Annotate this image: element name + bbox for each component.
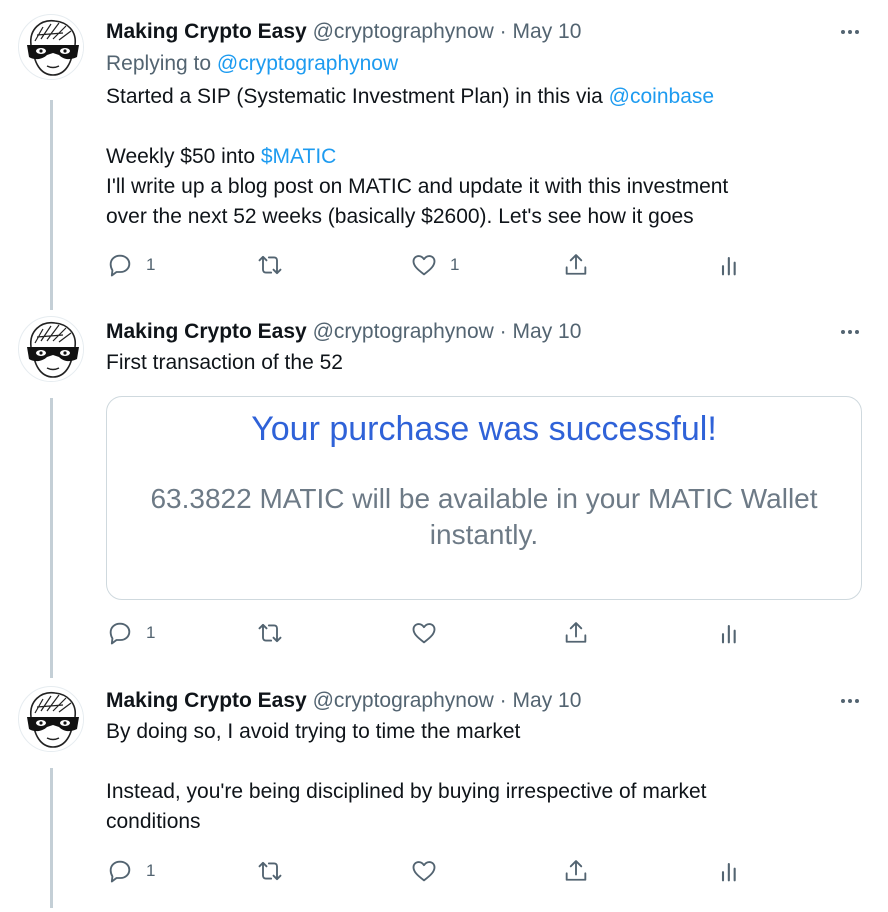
replying-to-mention[interactable]: @cryptographynow bbox=[217, 52, 398, 75]
more-icon[interactable] bbox=[836, 322, 864, 342]
reply-count: 1 bbox=[146, 255, 156, 274]
text-line: conditions bbox=[106, 810, 201, 833]
text-line: Weekly $50 into bbox=[106, 145, 256, 168]
like-count: 1 bbox=[450, 255, 460, 274]
tweet-actions: 1 1 bbox=[106, 250, 746, 280]
more-icon[interactable] bbox=[836, 22, 864, 42]
share-icon bbox=[565, 254, 587, 275]
retweet-button[interactable] bbox=[256, 856, 284, 886]
tweet-actions: 1 bbox=[106, 618, 746, 648]
reply-count: 1 bbox=[146, 861, 156, 880]
image-caption-line: instantly. bbox=[429, 519, 539, 550]
reply-button[interactable]: 1 bbox=[106, 856, 155, 886]
retweet-icon bbox=[258, 861, 282, 881]
reply-icon bbox=[109, 254, 131, 277]
share-button[interactable] bbox=[562, 618, 590, 648]
text-line: First transaction of the 52 bbox=[106, 351, 343, 374]
retweet-icon bbox=[258, 623, 282, 643]
image-caption-line: 63.3822 MATIC will be available in your … bbox=[150, 483, 818, 514]
reply-button[interactable]: 1 bbox=[106, 250, 155, 280]
like-button[interactable] bbox=[410, 618, 438, 648]
replying-to-label: Replying to bbox=[106, 52, 212, 75]
analytics-icon bbox=[721, 862, 736, 882]
avatar[interactable] bbox=[18, 14, 84, 80]
reply-icon bbox=[109, 622, 131, 645]
tweet[interactable]: Making Crypto Easy @cryptographynow · Ma… bbox=[0, 310, 888, 670]
analytics-icon bbox=[721, 624, 736, 644]
separator: · bbox=[499, 20, 507, 43]
analytics-button[interactable] bbox=[716, 856, 744, 886]
retweet-icon bbox=[258, 255, 282, 275]
avatar-image bbox=[19, 15, 83, 79]
like-button[interactable]: 1 bbox=[410, 250, 459, 280]
tweet-date[interactable]: May 10 bbox=[513, 320, 582, 343]
author-name[interactable]: Making Crypto Easy bbox=[106, 689, 307, 712]
avatar[interactable] bbox=[18, 316, 84, 382]
text-line: By doing so, I avoid trying to time the … bbox=[106, 720, 521, 743]
author-name[interactable]: Making Crypto Easy bbox=[106, 320, 307, 343]
separator: · bbox=[499, 689, 507, 712]
like-icon bbox=[412, 623, 436, 644]
replying-to: Replying to @cryptographynow bbox=[106, 50, 868, 78]
reply-icon bbox=[109, 860, 131, 883]
analytics-button[interactable] bbox=[716, 618, 744, 648]
share-icon bbox=[565, 860, 587, 881]
retweet-button[interactable] bbox=[256, 250, 284, 280]
like-icon bbox=[412, 255, 436, 276]
tweet-header: Making Crypto Easy @cryptographynow · Ma… bbox=[106, 18, 868, 46]
more-icon[interactable] bbox=[836, 691, 864, 711]
analytics-icon bbox=[721, 256, 736, 276]
text-line: I'll write up a blog post on MATIC and u… bbox=[106, 175, 729, 198]
avatar[interactable] bbox=[18, 686, 84, 752]
author-handle[interactable]: @cryptographynow bbox=[313, 320, 494, 343]
like-button[interactable] bbox=[410, 856, 438, 886]
cashtag-link[interactable]: $MATIC bbox=[261, 145, 336, 168]
avatar-image bbox=[19, 687, 83, 751]
share-button[interactable] bbox=[562, 250, 590, 280]
image-caption: 63.3822 MATIC will be available in your … bbox=[127, 481, 841, 553]
text-line: Started a SIP (Systematic Investment Pla… bbox=[106, 85, 603, 108]
tweet-date[interactable]: May 10 bbox=[513, 20, 582, 43]
author-handle[interactable]: @cryptographynow bbox=[313, 20, 494, 43]
tweet-actions: 1 bbox=[106, 856, 746, 886]
retweet-button[interactable] bbox=[256, 618, 284, 648]
attached-image[interactable]: Your purchase was successful! 63.3822 MA… bbox=[106, 396, 862, 600]
share-button[interactable] bbox=[562, 856, 590, 886]
text-line: Instead, you're being disciplined by buy… bbox=[106, 780, 707, 803]
reply-button[interactable]: 1 bbox=[106, 618, 155, 648]
tweet-text: By doing so, I avoid trying to time the … bbox=[106, 717, 868, 837]
tweet-header: Making Crypto Easy @cryptographynow · Ma… bbox=[106, 687, 868, 715]
image-headline: Your purchase was successful! bbox=[251, 410, 717, 448]
separator: · bbox=[499, 320, 507, 343]
tweet-date[interactable]: May 10 bbox=[513, 689, 582, 712]
tweet-header: Making Crypto Easy @cryptographynow · Ma… bbox=[106, 318, 868, 346]
mention-link[interactable]: @coinbase bbox=[609, 85, 714, 108]
like-icon bbox=[412, 861, 436, 882]
share-icon bbox=[565, 622, 587, 643]
analytics-button[interactable] bbox=[716, 250, 744, 280]
tweet-text: Started a SIP (Systematic Investment Pla… bbox=[106, 82, 868, 232]
tweet[interactable]: Making Crypto Easy @cryptographynow · Ma… bbox=[0, 0, 888, 300]
avatar-image bbox=[19, 317, 83, 381]
text-line: over the next 52 weeks (basically $2600)… bbox=[106, 205, 694, 228]
author-handle[interactable]: @cryptographynow bbox=[313, 689, 494, 712]
tweet-text: First transaction of the 52 bbox=[106, 348, 868, 378]
reply-count: 1 bbox=[146, 623, 156, 642]
author-name[interactable]: Making Crypto Easy bbox=[106, 20, 307, 43]
tweet[interactable]: Making Crypto Easy @cryptographynow · Ma… bbox=[0, 680, 888, 912]
